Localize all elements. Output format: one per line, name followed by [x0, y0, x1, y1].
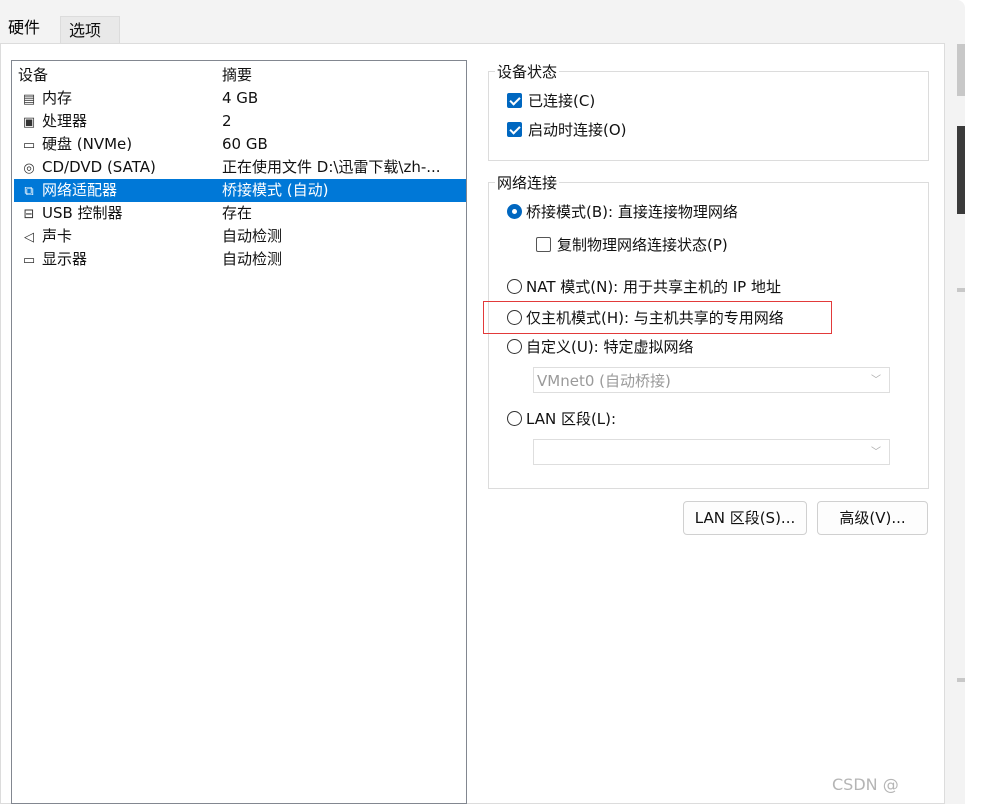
device-name: 内存 — [42, 89, 73, 107]
checkbox-checked-icon — [507, 122, 522, 137]
custom-radio[interactable]: 自定义(U): 特定虚拟网络 — [507, 335, 694, 359]
radio-unselected-icon — [507, 339, 522, 354]
nat-radio[interactable]: NAT 模式(N): 用于共享主机的 IP 地址 — [507, 275, 781, 299]
advanced-button[interactable]: 高级(V)... — [817, 501, 928, 535]
radio-unselected-icon — [507, 411, 522, 426]
device-name: 网络适配器 — [42, 181, 118, 199]
usb-icon: ⊟ — [23, 207, 35, 222]
device-row-memory[interactable]: ▤ 内存 4 GB — [14, 87, 466, 110]
device-summary: 自动检测 — [222, 227, 283, 245]
scrollbar-segment — [957, 44, 965, 96]
custom-network-select[interactable]: VMnet0 (自动桥接) ﹀ — [533, 367, 890, 393]
hard-disk-icon: ▭ — [22, 138, 36, 153]
checkbox-unchecked-icon — [536, 237, 551, 252]
cpu-icon: ▣ — [22, 115, 36, 130]
red-annotation-box — [483, 301, 832, 334]
scrollbar-thumb[interactable] — [957, 126, 965, 214]
cd-dvd-icon: ◎ — [23, 161, 35, 176]
connect-on-start-label: 启动时连接(O) — [528, 121, 627, 139]
device-summary: 正在使用文件 D:\迅雷下载\zh-... — [222, 158, 441, 176]
device-list[interactable]: 设备 摘要 ▤ 内存 4 GB ▣ 处理器 2 ▭ 硬盘 (NVMe) 60 GB ◎… — [11, 60, 467, 804]
lan-segment-select[interactable]: ﹀ — [533, 439, 890, 465]
custom-network-value: VMnet0 (自动桥接) — [537, 372, 671, 390]
device-status-group: 设备状态 — [488, 61, 929, 161]
custom-label: 自定义(U): 特定虚拟网络 — [526, 338, 694, 356]
device-name: USB 控制器 — [42, 204, 123, 222]
network-connection-title: 网络连接 — [495, 172, 560, 193]
replicate-state-checkbox[interactable]: 复制物理网络连接状态(P) — [536, 233, 728, 257]
watermark: CSDN @ — [832, 775, 899, 794]
device-summary: 2 — [222, 112, 232, 130]
device-name: 声卡 — [42, 227, 73, 245]
device-row-usb[interactable]: ⊟ USB 控制器 存在 — [14, 202, 466, 225]
memory-icon: ▤ — [22, 92, 36, 107]
device-summary: 存在 — [222, 204, 253, 222]
device-summary: 4 GB — [222, 89, 259, 107]
replicate-state-label: 复制物理网络连接状态(P) — [557, 236, 728, 254]
checkbox-checked-icon — [507, 93, 522, 108]
network-adapter-icon: ⧉ — [24, 184, 34, 199]
speaker-icon: ◁ — [24, 230, 34, 245]
monitor-icon: ▭ — [22, 253, 36, 268]
nat-label: NAT 模式(N): 用于共享主机的 IP 地址 — [526, 278, 782, 296]
bridged-radio[interactable]: 桥接模式(B): 直接连接物理网络 — [507, 200, 738, 224]
device-summary: 60 GB — [222, 135, 268, 153]
device-row-display[interactable]: ▭ 显示器 自动检测 — [14, 248, 466, 271]
lan-segments-button[interactable]: LAN 区段(S)... — [683, 501, 807, 535]
column-header-summary[interactable]: 摘要 — [222, 64, 252, 87]
chevron-down-icon: ﹀ — [871, 447, 881, 458]
device-row-cd-dvd[interactable]: ◎ CD/DVD (SATA) 正在使用文件 D:\迅雷下载\zh-... — [14, 156, 466, 179]
device-name: CD/DVD (SATA) — [42, 158, 156, 176]
tab-options[interactable]: 选项 — [60, 16, 120, 44]
device-row-sound-card[interactable]: ◁ 声卡 自动检测 — [14, 225, 466, 248]
background-strip — [965, 0, 1007, 804]
device-name: 硬盘 (NVMe) — [42, 135, 133, 153]
device-name: 处理器 — [42, 112, 88, 130]
device-name: 显示器 — [42, 250, 88, 268]
lan-segment-radio[interactable]: LAN 区段(L): — [507, 407, 616, 431]
column-header-device[interactable]: 设备 — [18, 64, 48, 87]
divider — [957, 678, 965, 682]
device-row-processor[interactable]: ▣ 处理器 2 — [14, 110, 466, 133]
chevron-down-icon: ﹀ — [871, 375, 881, 386]
list-header: 设备 摘要 — [14, 64, 466, 87]
radio-selected-icon — [507, 204, 522, 219]
lan-segment-label: LAN 区段(L): — [526, 410, 617, 428]
device-row-network-adapter[interactable]: ⧉ 网络适配器 桥接模式 (自动) — [14, 179, 466, 202]
connected-checkbox[interactable]: 已连接(C) — [507, 89, 595, 113]
connect-on-start-checkbox[interactable]: 启动时连接(O) — [507, 118, 627, 142]
device-summary: 自动检测 — [222, 250, 283, 268]
tab-hardware[interactable]: 硬件 — [0, 14, 58, 44]
bridged-label: 桥接模式(B): 直接连接物理网络 — [526, 203, 738, 221]
device-status-title: 设备状态 — [495, 61, 560, 82]
connected-label: 已连接(C) — [528, 92, 596, 110]
radio-unselected-icon — [507, 279, 522, 294]
divider — [957, 288, 965, 292]
device-summary: 桥接模式 (自动) — [222, 181, 329, 199]
device-row-hard-disk[interactable]: ▭ 硬盘 (NVMe) 60 GB — [14, 133, 466, 156]
